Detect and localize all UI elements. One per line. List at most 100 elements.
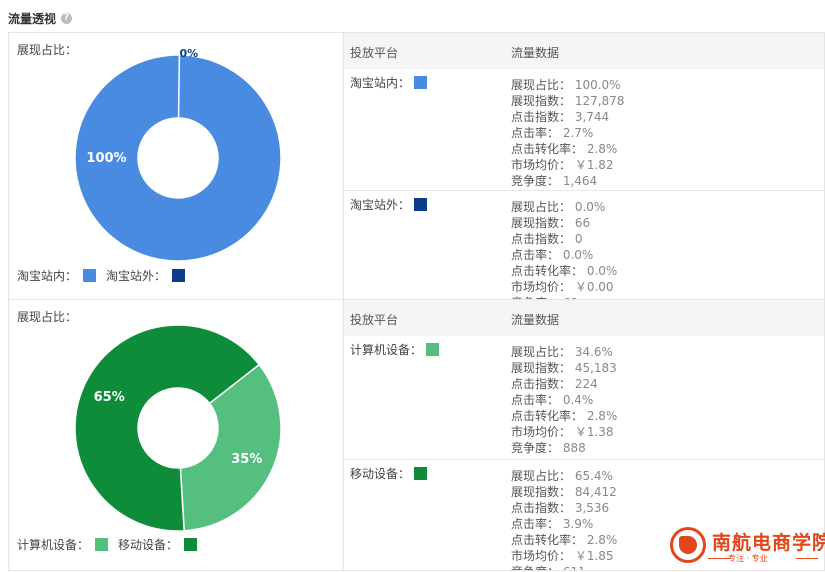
stat-value: 3,536 bbox=[571, 501, 610, 515]
stat-key: 市场均价： bbox=[511, 280, 572, 294]
stat-value: 66 bbox=[571, 216, 591, 230]
stat-line: 展现占比： 65.4% bbox=[511, 468, 617, 484]
stat-line: 市场均价： ￥1.38 bbox=[511, 424, 617, 440]
stat-key: 展现占比： bbox=[511, 78, 572, 92]
column-header-platform: 投放平台 bbox=[350, 313, 399, 327]
stat-key: 竞争度： bbox=[511, 441, 560, 455]
stat-value: 3.9% bbox=[559, 517, 594, 531]
stat-key: 市场均价： bbox=[511, 549, 572, 563]
legend-item-label: 淘宝站内： bbox=[17, 269, 78, 283]
platform-label: 淘宝站内： bbox=[350, 74, 428, 91]
stat-line: 展现占比： 34.6% bbox=[511, 344, 617, 360]
stats-list: 展现占比： 0.0% 展现指数： 66 点击指数： 0 点击率： 0.0% 点击转化率：… bbox=[511, 199, 617, 299]
chart-pane: 展现占比： 100% 0% 淘宝站内： 淘宝站外： bbox=[9, 33, 344, 299]
stat-key: 展现指数： bbox=[511, 94, 572, 108]
platform-swatch bbox=[414, 76, 428, 89]
table-row: 淘宝站外： 展现占比： 0.0% 展现指数： 66 点击指数： 0 点击率： 0.0%… bbox=[344, 191, 824, 299]
stat-line: 市场均价： ￥0.00 bbox=[511, 279, 617, 295]
stat-line: 点击指数： 0 bbox=[511, 231, 617, 247]
logo-seal-icon bbox=[670, 527, 706, 563]
stat-value: 224 bbox=[571, 377, 598, 391]
stat-line: 展现占比： 100.0% bbox=[511, 77, 624, 93]
platform-name: 移动设备： bbox=[350, 467, 411, 481]
stat-key: 展现占比： bbox=[511, 200, 572, 214]
stat-value: 2.7% bbox=[559, 126, 594, 140]
page-header: 流量透视 ? bbox=[8, 9, 73, 27]
traffic-table: 投放平台 流量数据 淘宝站内： 展现占比： 100.0% 展现指数： 127,87… bbox=[344, 33, 824, 299]
stat-value: 2.8% bbox=[583, 533, 618, 547]
stat-key: 点击指数： bbox=[511, 377, 572, 391]
stat-line: 竞争度： 611 bbox=[511, 564, 617, 570]
stat-value: 2.8% bbox=[583, 409, 618, 423]
stats-list: 展现占比： 100.0% 展现指数： 127,878 点击指数： 3,744 点击率：… bbox=[511, 77, 624, 189]
stat-key: 市场均价： bbox=[511, 425, 572, 439]
stat-line: 点击指数： 3,744 bbox=[511, 109, 624, 125]
stat-key: 点击率： bbox=[511, 517, 560, 531]
platform-swatch bbox=[414, 467, 428, 480]
stat-key: 展现指数： bbox=[511, 361, 572, 375]
logo-slogan: 专注 · 专业 bbox=[728, 554, 768, 563]
pie-data-label: 65% bbox=[94, 390, 125, 405]
stat-line: 点击率： 0.4% bbox=[511, 392, 617, 408]
legend-swatch[interactable] bbox=[184, 538, 198, 551]
donut-chart: 35% 65% bbox=[74, 324, 282, 532]
stat-value: ￥1.38 bbox=[571, 425, 614, 439]
stat-value: 34.6% bbox=[571, 345, 613, 359]
stat-value: 888 bbox=[559, 441, 586, 455]
stat-value: ￥1.82 bbox=[571, 158, 614, 172]
stat-value: 611 bbox=[559, 565, 586, 570]
stat-value: ￥1.85 bbox=[571, 549, 614, 563]
legend-swatch[interactable] bbox=[83, 269, 97, 282]
stat-line: 点击转化率： 0.0% bbox=[511, 263, 617, 279]
stat-key: 竞争度： bbox=[511, 565, 559, 570]
stat-key: 点击指数： bbox=[511, 110, 572, 124]
stats-list: 展现占比： 34.6% 展现指数： 45,183 点击指数： 224 点击率： 0.4… bbox=[511, 344, 617, 456]
stat-value: 1,464 bbox=[559, 174, 598, 188]
stat-value: 0.0% bbox=[583, 264, 618, 278]
table-row: 淘宝站内： 展现占比： 100.0% 展现指数： 127,878 点击指数： 3,7… bbox=[344, 69, 824, 191]
stat-key: 点击指数： bbox=[511, 501, 572, 515]
stat-line: 竞争度： 888 bbox=[511, 440, 617, 456]
legend-item-label: 计算机设备： bbox=[17, 538, 90, 552]
stat-key: 竞争度： bbox=[511, 174, 560, 188]
stat-key: 点击率： bbox=[511, 126, 560, 140]
stat-key: 点击转化率： bbox=[511, 264, 584, 278]
legend-swatch[interactable] bbox=[95, 538, 109, 551]
stat-key: 点击指数： bbox=[511, 232, 572, 246]
stat-line: 点击率： 2.7% bbox=[511, 125, 624, 141]
stat-line: 点击转化率： 2.8% bbox=[511, 532, 617, 548]
stat-line: 竞争度： 1,464 bbox=[511, 173, 624, 189]
stat-key: 展现占比： bbox=[511, 345, 572, 359]
stat-line: 展现指数： 84,412 bbox=[511, 484, 617, 500]
stat-line: 点击指数： 224 bbox=[511, 376, 617, 392]
stat-line: 点击转化率： 2.8% bbox=[511, 141, 624, 157]
stat-line: 点击率： 0.0% bbox=[511, 247, 617, 263]
stat-line: 市场均价： ￥1.85 bbox=[511, 548, 617, 564]
stat-value: ￥0.00 bbox=[571, 280, 614, 294]
stat-value: 2.8% bbox=[583, 142, 618, 156]
platform-swatch bbox=[426, 343, 440, 356]
pie-data-label: 35% bbox=[231, 452, 262, 467]
legend-swatch[interactable] bbox=[172, 269, 186, 282]
platform-label: 淘宝站外： bbox=[350, 196, 428, 213]
page-title: 流量透视 bbox=[8, 11, 57, 26]
stat-line: 点击转化率： 2.8% bbox=[511, 408, 617, 424]
stat-value: 45,183 bbox=[571, 361, 617, 375]
column-header-data: 流量数据 bbox=[511, 313, 560, 327]
stat-line: 展现指数： 66 bbox=[511, 215, 617, 231]
logo-brand-text: 南航电商学院 bbox=[712, 532, 825, 554]
brand-logo: 南航电商学院 专注 · 专业 bbox=[668, 525, 825, 567]
stat-key: 展现指数： bbox=[511, 485, 572, 499]
stat-key: 点击率： bbox=[511, 248, 560, 262]
stat-key: 市场均价： bbox=[511, 158, 572, 172]
stat-key: 展现指数： bbox=[511, 216, 572, 230]
stat-value: 0.0% bbox=[559, 248, 594, 262]
table-row: 计算机设备： 展现占比： 34.6% 展现指数： 45,183 点击指数： 224 点… bbox=[344, 336, 824, 460]
legend-item-label: 淘宝站外： bbox=[106, 269, 167, 283]
platform-swatch bbox=[414, 198, 428, 211]
stat-line: 展现占比： 0.0% bbox=[511, 199, 617, 215]
help-icon[interactable]: ? bbox=[61, 12, 73, 24]
chart-legend: 淘宝站内： 淘宝站外： bbox=[17, 267, 195, 284]
legend-item-label: 移动设备： bbox=[118, 538, 179, 552]
table-header: 投放平台 流量数据 bbox=[344, 300, 824, 336]
